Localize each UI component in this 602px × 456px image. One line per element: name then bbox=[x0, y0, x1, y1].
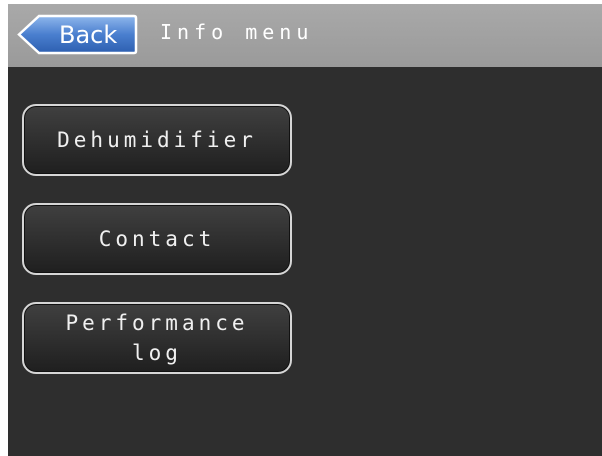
contact-button-label: Contact bbox=[98, 227, 216, 251]
contact-button[interactable]: Contact bbox=[22, 203, 292, 275]
back-button-label: Back bbox=[59, 21, 118, 49]
header-bar: Back Info menu bbox=[8, 4, 602, 67]
dehumidifier-button[interactable]: Dehumidifier bbox=[22, 104, 292, 176]
performance-log-button[interactable]: Performance log bbox=[22, 302, 292, 374]
performance-log-button-label: Performance log bbox=[65, 311, 249, 365]
info-menu-screen: Back Info menu Dehumidifier Contact Perf… bbox=[8, 4, 602, 456]
back-button[interactable]: Back bbox=[17, 14, 138, 55]
page-title: Info menu bbox=[160, 20, 314, 44]
dehumidifier-button-label: Dehumidifier bbox=[57, 128, 257, 152]
